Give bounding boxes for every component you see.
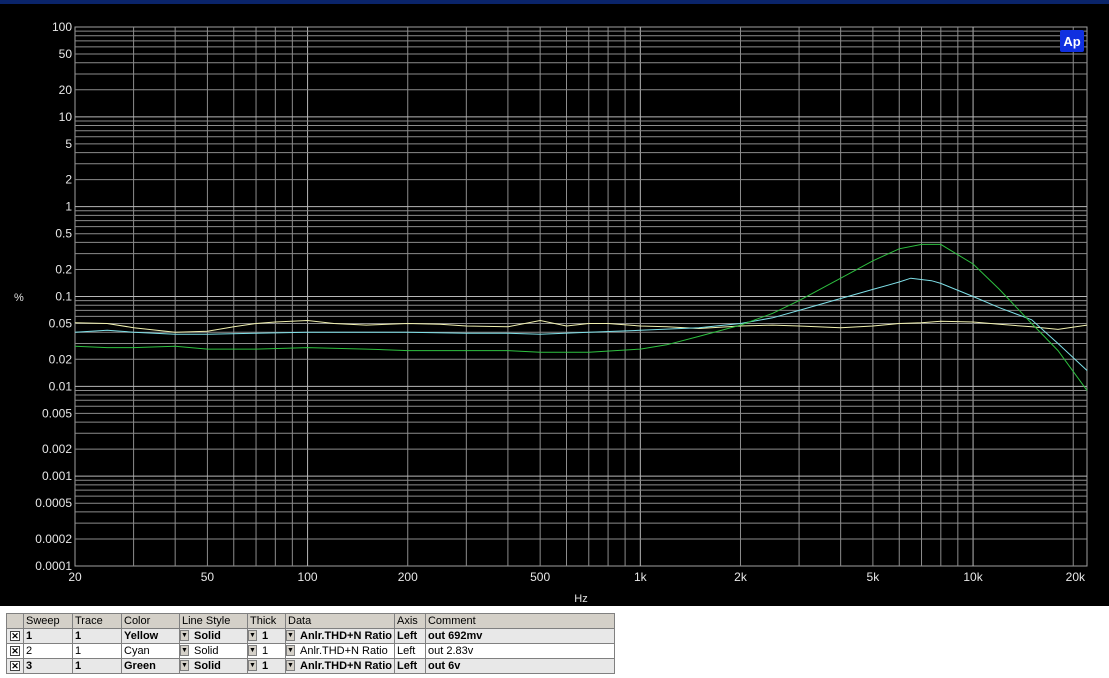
col-header-line-style[interactable]: Line Style (179, 613, 248, 629)
data-dropdown[interactable]: ▼ Anlr.THD+N Ratio (285, 658, 395, 674)
comment-cell[interactable]: out 2.83v (424, 643, 615, 659)
y-axis-label: % (14, 292, 24, 304)
col-header-trace[interactable]: Trace (72, 613, 122, 629)
thick-dropdown[interactable]: ▼ 1 (247, 628, 286, 644)
x-tick-label: 50 (201, 570, 215, 584)
axis-cell[interactable]: Left (393, 628, 426, 644)
x-axis-label: Hz (574, 593, 587, 605)
y-tick-label: 5 (65, 137, 72, 151)
chevron-down-icon[interactable]: ▼ (180, 660, 189, 671)
table-row[interactable]: ✕ 3 1 Green ▼ Solid ▼ 1 ▼ Anlr.THD+N Ratio … (6, 658, 615, 674)
line-style-dropdown[interactable]: ▼ Solid (179, 643, 248, 659)
table-row[interactable]: ✕ 2 1 Cyan ▼ Solid ▼ 1 ▼ Anlr.THD+N Ratio L… (6, 643, 615, 659)
color-cell[interactable]: Green (121, 658, 180, 674)
y-tick-label: 2 (65, 173, 72, 187)
thick-dropdown[interactable]: ▼ 1 (247, 643, 286, 659)
y-tick-label: 100 (52, 20, 72, 34)
x-tick-label: 1k (634, 570, 648, 584)
y-tick-label: 0.005 (42, 406, 72, 420)
sweep-cell: 2 (23, 643, 73, 659)
x-tick-label: 20 (68, 570, 82, 584)
color-cell[interactable]: Cyan (121, 643, 180, 659)
trace-cell: 1 (72, 628, 122, 644)
thd-plot: 100 50 20 10 5 2 1 0.5 0.2 0.1 0.05 0.02 0.01 0.005 0.… (14, 20, 1088, 605)
data-dropdown[interactable]: ▼ Anlr.THD+N Ratio (285, 628, 395, 644)
col-header-axis[interactable]: Axis (393, 613, 426, 629)
comment-cell[interactable]: out 6v (424, 658, 615, 674)
axis-cell[interactable]: Left (393, 643, 426, 659)
chevron-down-icon[interactable]: ▼ (180, 645, 189, 656)
thick-dropdown[interactable]: ▼ 1 (247, 658, 286, 674)
x-tick-label: 2k (734, 570, 748, 584)
y-tick-label: 0.05 (49, 317, 73, 331)
table-header-row: Sweep Trace Color Line Style Thick Data … (6, 613, 615, 629)
chevron-down-icon[interactable]: ▼ (248, 630, 257, 641)
data-dropdown[interactable]: ▼ Anlr.THD+N Ratio (285, 643, 395, 659)
col-header-color[interactable]: Color (121, 613, 180, 629)
y-tick-label: 10 (59, 110, 73, 124)
table-row[interactable]: ✕ 1 1 Yellow ▼ Solid ▼ 1 ▼ Anlr.THD+N Ratio… (6, 628, 615, 644)
col-header-check (6, 613, 24, 629)
y-tick-label: 0.002 (42, 442, 72, 456)
line-style-dropdown[interactable]: ▼ Solid (179, 658, 248, 674)
y-tick-label: 0.01 (49, 379, 73, 393)
y-tick-label: 0.0005 (35, 496, 72, 510)
x-tick-label: 20k (1066, 570, 1086, 584)
x-tick-label: 10k (963, 570, 983, 584)
y-tick-label: 50 (59, 47, 73, 61)
y-tick-label: 0.0002 (35, 532, 72, 546)
y-tick-label: 0.02 (49, 352, 73, 366)
color-cell[interactable]: Yellow (121, 628, 180, 644)
ap-logo: Ap (1060, 30, 1084, 52)
chevron-down-icon[interactable]: ▼ (286, 630, 295, 641)
col-header-comment[interactable]: Comment (424, 613, 615, 629)
chevron-down-icon[interactable]: ▼ (286, 660, 295, 671)
sweep-cell: 3 (23, 658, 73, 674)
series-lines (74, 243, 1088, 391)
sweep-table: Sweep Trace Color Line Style Thick Data … (6, 613, 615, 674)
line-style-dropdown[interactable]: ▼ Solid (179, 628, 248, 644)
row-checkbox[interactable]: ✕ (6, 628, 24, 644)
x-tick-label: 200 (398, 570, 418, 584)
col-header-data[interactable]: Data (285, 613, 395, 629)
x-tick-label: 100 (298, 570, 318, 584)
y-tick-label: 0.5 (55, 227, 72, 241)
chevron-down-icon[interactable]: ▼ (180, 630, 189, 641)
grid (74, 26, 1088, 567)
graph-panel: 100 50 20 10 5 2 1 0.5 0.2 0.1 0.05 0.02 0.01 0.005 0.… (0, 4, 1109, 606)
y-tick-labels: 100 50 20 10 5 2 1 0.5 0.2 0.1 0.05 0.02 0.01 0.005 0.… (35, 20, 72, 573)
x-tick-label: 5k (867, 570, 881, 584)
sweep-table-panel: Sweep Trace Color Line Style Thick Data … (0, 606, 1109, 678)
y-tick-label: 0.0001 (35, 559, 72, 573)
col-header-sweep[interactable]: Sweep (23, 613, 73, 629)
trace-cell: 1 (72, 643, 122, 659)
x-tick-labels: 20 50 100 200 500 1k 2k 5k 10k 20k (68, 570, 1086, 584)
axis-cell[interactable]: Left (393, 658, 426, 674)
col-header-thick[interactable]: Thick (247, 613, 286, 629)
y-tick-label: 0.001 (42, 469, 72, 483)
chevron-down-icon[interactable]: ▼ (248, 660, 257, 671)
x-tick-label: 500 (530, 570, 550, 584)
chevron-down-icon[interactable]: ▼ (248, 645, 257, 656)
series-line-1 (74, 319, 1088, 333)
comment-cell[interactable]: out 692mv (424, 628, 615, 644)
row-checkbox[interactable]: ✕ (6, 643, 24, 659)
y-tick-label: 20 (59, 83, 73, 97)
y-tick-label: 0.2 (55, 262, 72, 276)
sweep-cell: 1 (23, 628, 73, 644)
series-line-3 (74, 243, 1088, 391)
chevron-down-icon[interactable]: ▼ (286, 645, 295, 656)
y-tick-label: 1 (65, 200, 72, 214)
row-checkbox[interactable]: ✕ (6, 658, 24, 674)
ap-logo-text: Ap (1063, 34, 1080, 49)
trace-cell: 1 (72, 658, 122, 674)
y-tick-label: 0.1 (55, 290, 72, 304)
